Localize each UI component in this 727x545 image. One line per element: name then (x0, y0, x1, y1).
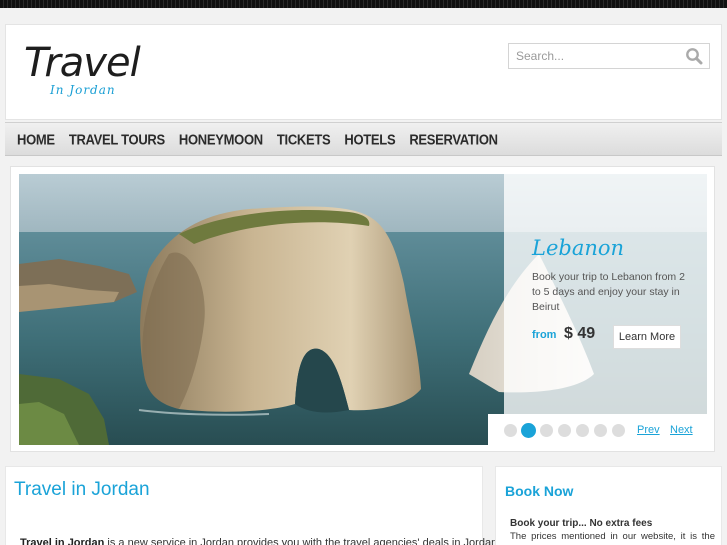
slider-dot-3[interactable] (540, 424, 553, 437)
sidebar-book-now: Book Now Book your trip... No extra fees… (495, 466, 722, 545)
slider-dot-5[interactable] (576, 424, 589, 437)
nav-item-home[interactable]: HOME (17, 131, 55, 148)
sidebar-title: Book Now (505, 483, 574, 499)
nav-item-hotels[interactable]: HOTELS (344, 131, 395, 148)
nav-item-honeymoon[interactable]: HONEYMOON (179, 131, 263, 148)
slider-dot-4[interactable] (558, 424, 571, 437)
learn-more-button[interactable]: Learn More (613, 325, 681, 349)
search-box (508, 43, 710, 69)
page: Travel In Jordan HOME TRAVEL TOURS HONEY… (0, 8, 727, 545)
search-input[interactable] (509, 44, 679, 68)
sidebar-text: The prices mentioned in our website, it … (510, 531, 715, 545)
main-nav: HOME TRAVEL TOURS HONEYMOON TICKETS HOTE… (5, 122, 722, 156)
next-link[interactable]: Next (670, 424, 693, 436)
slider-dot-2[interactable] (521, 423, 536, 438)
slide-description: Book your trip to Lebanon from 2 to 5 da… (532, 271, 685, 313)
top-strip (0, 0, 727, 8)
slide: Lebanon Book your trip to Lebanon from 2… (19, 174, 707, 445)
slider-dot-6[interactable] (594, 424, 607, 437)
logo-text: Travel (24, 40, 141, 86)
main-content: Travel in Jordan Travel in Jordan is a n… (5, 466, 500, 545)
slider-dot-7[interactable] (612, 424, 625, 437)
nav-item-travel-tours[interactable]: TRAVEL TOURS (69, 131, 165, 148)
sidebar-subtitle: Book your trip... No extra fees (510, 518, 653, 529)
nav-item-tickets[interactable]: TICKETS (277, 131, 331, 148)
slide-caption: Lebanon Book your trip to Lebanon from 2… (504, 174, 707, 414)
content-intro: Travel in Jordan is a new service in Jor… (20, 537, 500, 545)
header: Travel In Jordan (5, 24, 722, 120)
intro-text: is a new service in Jordan provides you … (104, 537, 501, 545)
slide-title: Lebanon (532, 236, 625, 260)
slider-dot-1[interactable] (504, 424, 517, 437)
logo-subtitle: In Jordan (50, 83, 116, 97)
intro-bold: Travel in Jordan (20, 537, 105, 545)
site-logo[interactable]: Travel In Jordan (24, 41, 164, 105)
price-value: $ 49 (564, 325, 596, 342)
slider-pager: Prev Next (488, 414, 707, 445)
search-icon[interactable] (685, 47, 703, 65)
nav-item-reservation[interactable]: RESERVATION (409, 131, 498, 148)
prev-link[interactable]: Prev (637, 424, 660, 436)
featured-slider: Lebanon Book your trip to Lebanon from 2… (10, 166, 715, 452)
price-from-label: from (532, 329, 557, 341)
content-title: Travel in Jordan (14, 479, 150, 500)
